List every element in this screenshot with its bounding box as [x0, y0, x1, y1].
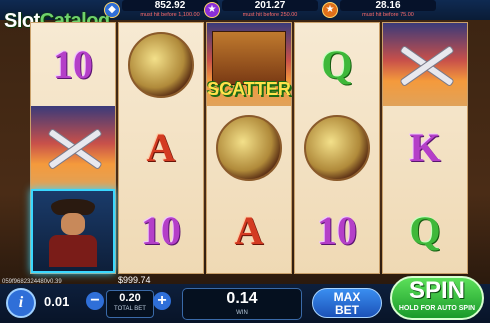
reel-cell: 10 — [295, 189, 379, 272]
total-bet-display: 0.20 TOTAL BET — [106, 290, 154, 318]
reel-cell — [383, 23, 467, 106]
gold-coins-icon — [304, 114, 370, 181]
symbol-a: A — [146, 125, 176, 170]
reel-cell: 10 — [31, 23, 115, 106]
reel-cell — [207, 106, 291, 189]
spin-label: SPIN — [408, 277, 465, 304]
crossed-swords-icon — [392, 40, 458, 90]
minus-icon: − — [90, 292, 100, 309]
jackpot-value: 201.27 — [222, 0, 318, 11]
decrease-bet-button[interactable]: − — [86, 292, 104, 310]
reel-5: K Q — [382, 22, 468, 274]
reel-cell — [31, 188, 115, 273]
pirate-captain-icon — [31, 188, 115, 273]
symbol-10: 10 — [53, 42, 93, 87]
gold-coins-icon — [216, 114, 282, 181]
reel-grid: 10 A 10 SCATTER A Q 10 K Q — [30, 22, 468, 274]
reel-3: SCATTER A — [206, 22, 292, 274]
jackpot-value: 28.16 — [340, 0, 436, 11]
reel-cell — [119, 23, 203, 106]
info-button[interactable]: i — [6, 288, 36, 318]
total-bet-label: TOTAL BET — [114, 306, 146, 312]
reel-cell: K — [383, 106, 467, 189]
win-label: WIN — [236, 310, 248, 316]
reel-cell: 10 — [119, 189, 203, 272]
reel-cell: SCATTER — [207, 23, 291, 106]
symbol-q: Q — [409, 208, 441, 253]
jackpot-orange: ★ 28.16 must hit before 75.00 — [322, 0, 440, 20]
coin-value: 0.01 — [44, 294, 70, 309]
jackpot-note: must hit before 75.00 — [362, 12, 414, 18]
reel-cell: Q — [383, 189, 467, 272]
reel-cell — [31, 106, 115, 189]
orange-gem-icon: ★ — [322, 2, 338, 18]
plus-icon: + — [157, 292, 167, 309]
increase-bet-button[interactable]: + — [153, 292, 171, 310]
reel-2: A 10 — [118, 22, 204, 274]
reel-cell: A — [207, 189, 291, 272]
reel-4: Q 10 — [294, 22, 380, 274]
jackpot-note: must hit before 250.00 — [242, 12, 298, 18]
total-bet-value: 0.20 — [119, 292, 141, 304]
symbol-10: 10 — [317, 208, 357, 253]
max-bet-line2: BET — [335, 303, 359, 317]
win-value: 0.14 — [226, 290, 258, 307]
info-icon: i — [18, 294, 24, 311]
symbol-10: 10 — [141, 208, 181, 253]
spin-button[interactable]: SPIN HOLD FOR AUTO SPIN — [390, 276, 484, 320]
crossed-swords-icon — [40, 123, 106, 173]
reel-1: 10 — [30, 22, 116, 274]
spin-sublabel: HOLD FOR AUTO SPIN — [398, 305, 476, 312]
jackpot-purple: ★ 201.27 must hit before 250.00 — [204, 0, 322, 20]
scatter-label: SCATTER — [207, 79, 291, 99]
symbol-q: Q — [321, 42, 353, 87]
gold-coins-icon — [128, 31, 194, 98]
pirate-ship-icon — [212, 30, 286, 85]
max-bet-button[interactable]: MAX BET — [312, 288, 382, 318]
purple-gem-icon: ★ — [204, 2, 220, 18]
reel-cell: Q — [295, 23, 379, 106]
win-display: 0.14 WIN — [182, 288, 302, 320]
game-stage: ◆ 852.92 must hit before 1,100.00 ★ 201.… — [0, 0, 490, 323]
reel-cell — [295, 106, 379, 189]
symbol-a: A — [234, 208, 264, 253]
symbol-k: K — [409, 125, 441, 170]
reel-cell: A — [119, 106, 203, 189]
